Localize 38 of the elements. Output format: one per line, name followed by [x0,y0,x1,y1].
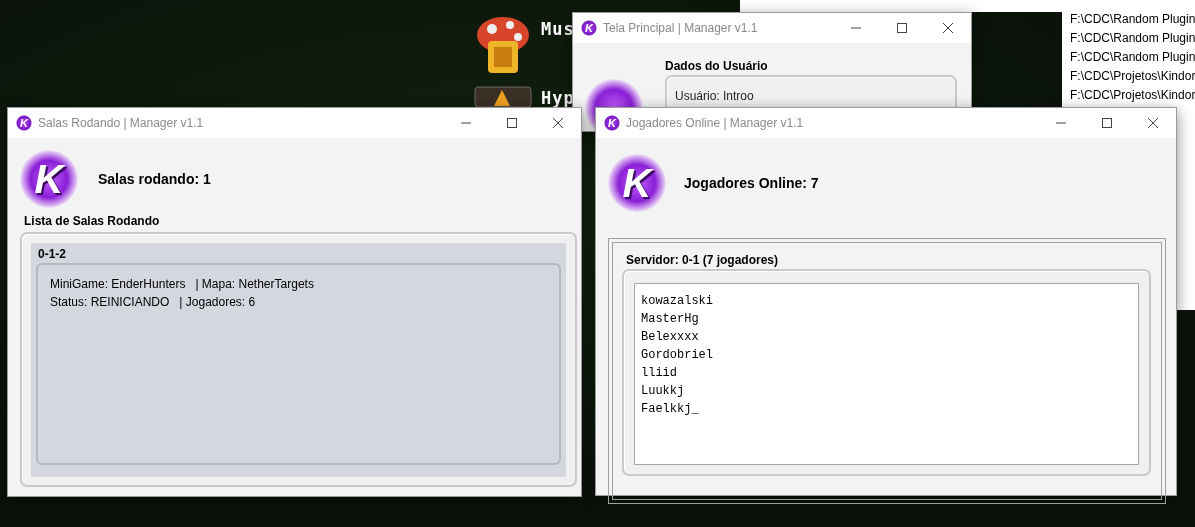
shield-icon [474,86,532,108]
info-text: Usuário: Introo [675,88,755,105]
player-name: Luukkj [641,383,686,400]
file-path[interactable]: F:\CDC\Projetos\Kindor [1070,67,1195,86]
logo: K [20,150,78,208]
player-name: Gordobriel [641,347,714,364]
app-icon: K [16,115,32,131]
section-title: Dados do Usuário [665,58,769,75]
file-path[interactable]: F:\CDC\Projetos\Kindor [1070,86,1195,105]
player-name: MasterHg [641,311,700,328]
file-path[interactable]: F:\CDC\Random Plugin [1070,29,1195,48]
room-text: MiniGame: EnderHunters | Mapa: NetherTargets [50,276,315,293]
close-icon[interactable] [552,117,564,129]
app-icon: K [604,115,620,131]
server-name: Mus [541,18,575,41]
player-name: lliid [641,365,678,382]
maximize-icon[interactable] [1101,117,1113,129]
close-icon[interactable] [1147,117,1159,129]
window-title: Tela Principal | Manager v1.1 [603,20,758,37]
room-text: Status: REINICIANDO | Jogadores: 6 [50,294,257,311]
window-title: Salas Rodando | Manager v1.1 [38,115,204,132]
file-path[interactable]: F:\CDC\Random Plugin [1070,10,1195,29]
player-name: Faelkkj_ [641,401,700,418]
players-text-area[interactable]: kowazalski MasterHg Belexxxx Gordobriel lliid Luukkj Faelkkj_ [634,283,1139,465]
app-icon: K [581,20,597,36]
window-title: Jogadores Online | Manager v1.1 [626,115,804,132]
maximize-icon[interactable] [896,22,908,34]
file-path[interactable]: F:\CDC\Random Plugin [1070,48,1195,67]
section-title: Lista de Salas Rodando [24,213,161,230]
player-name: Belexxxx [641,329,700,346]
player-name: kowazalski [641,293,714,310]
section-title: Servidor: 0-1 (7 jogadores) [626,252,780,269]
heading: Salas rodando: 1 [98,169,211,189]
room-id: 0-1-2 [38,246,67,263]
maximize-icon[interactable] [506,117,518,129]
logo: K [608,154,666,212]
heading: Jogadores Online: 7 [684,173,819,193]
close-icon[interactable] [942,22,954,34]
